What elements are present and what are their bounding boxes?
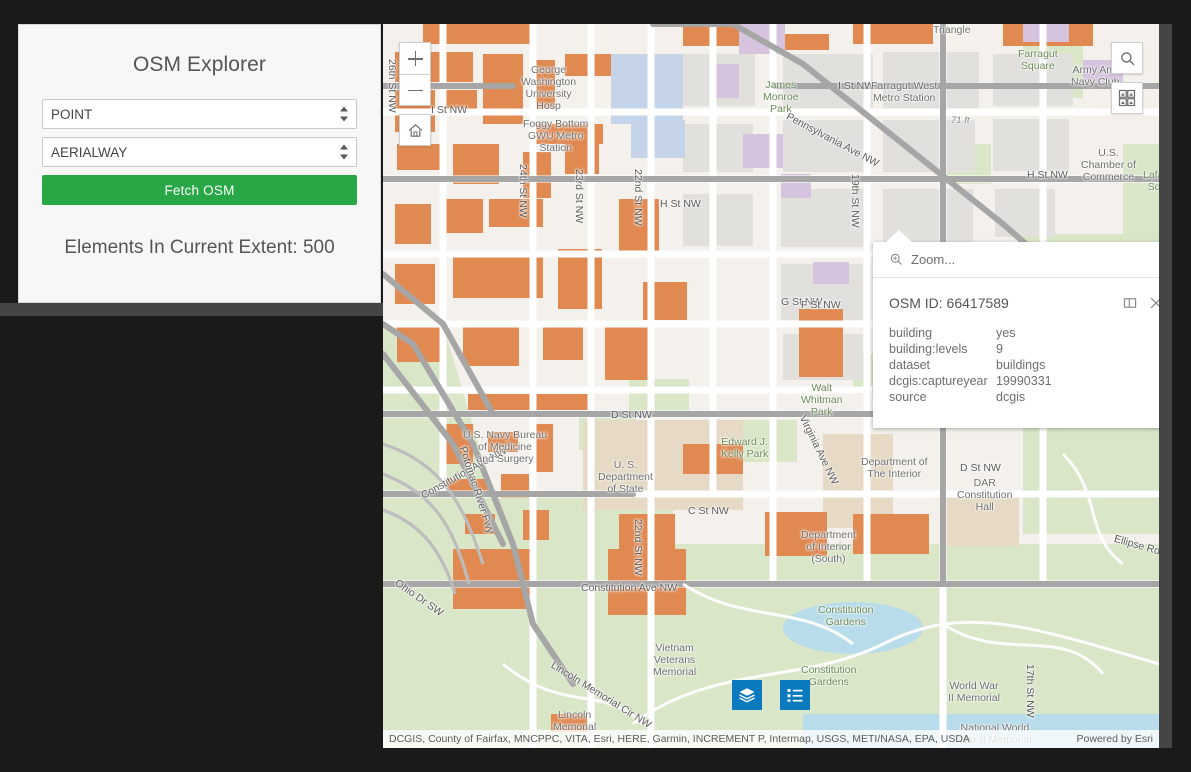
popup-attribute-row: building:levels 9 [889, 341, 1159, 357]
zoom-in-button[interactable] [399, 42, 431, 74]
popup-pointer [885, 230, 913, 243]
page-title: OSM Explorer [132, 53, 267, 76]
control-panel: OSM Explorer POINTLINEPOLYGON AERIALWAYA… [18, 24, 381, 303]
geometry-type-select[interactable]: POINTLINEPOLYGON [42, 99, 357, 129]
legend-button[interactable] [780, 680, 810, 710]
legend-icon [787, 689, 803, 702]
popup-attribute-row: source dcgis [889, 389, 1159, 405]
fetch-osm-button[interactable]: Fetch OSM [42, 175, 357, 205]
attribute-value: 19990331 [996, 374, 1052, 388]
basemap-gallery-button[interactable] [1111, 82, 1143, 114]
map-view[interactable]: I St NW I St NW H St NW H St NW G St NW F St … [383, 24, 1159, 748]
popup-attribute-table: building yes building:levels 9 dataset buildi… [873, 314, 1159, 405]
powered-by-esri: Powered by Esri [1076, 733, 1153, 745]
attribute-key: dcgis:captureyear [889, 374, 988, 388]
map-attribution-bar: DCGIS, County of Fairfax, MNCPPC, VITA, … [383, 730, 1159, 748]
close-icon [1150, 297, 1159, 309]
popup-attribute-row: dataset buildings [889, 357, 1159, 373]
popup-zoom-label: Zoom... [911, 252, 956, 267]
dock-icon [1123, 298, 1137, 308]
attribute-key: building:levels [889, 342, 968, 356]
popup-zoom-action[interactable]: Zoom... [873, 242, 1159, 278]
home-button[interactable] [399, 114, 431, 146]
attribute-value: yes [996, 326, 1016, 340]
basemap-gallery-icon [1118, 89, 1136, 107]
attribute-key: source [889, 390, 927, 404]
minus-icon [407, 83, 423, 98]
feature-category-select[interactable]: AERIALWAYAEROWAYAMENITYBARRIERBUILDINGHI… [42, 137, 357, 167]
feature-select-wrapper: AERIALWAYAEROWAYAMENITYBARRIERBUILDINGHI… [42, 137, 357, 167]
popup-attribute-row: dcgis:captureyear 19990331 [889, 373, 1159, 389]
plus-icon [407, 51, 423, 66]
attribute-value: dcgis [996, 390, 1026, 404]
zoom-out-button[interactable] [399, 74, 431, 106]
layers-button[interactable] [732, 680, 762, 710]
feature-popup: Zoom... OSM ID: 66417589 building yes bu… [873, 230, 1159, 428]
attribution-text: DCGIS, County of Fairfax, MNCPPC, VITA, … [389, 733, 970, 745]
popup-dock-button[interactable] [1119, 292, 1141, 314]
geometry-select-wrapper: POINTLINEPOLYGON [42, 99, 357, 129]
search-button[interactable] [1111, 42, 1143, 74]
attribute-key: building [889, 326, 933, 340]
popup-title: OSM ID: 66417589 [889, 295, 1009, 311]
vertical-scrollbar[interactable] [1159, 24, 1172, 748]
popup-attribute-row: building yes [889, 325, 1159, 341]
attribute-value: buildings [996, 358, 1046, 372]
home-icon [408, 123, 422, 137]
layers-icon [739, 688, 755, 703]
app-root: OSM Explorer POINTLINEPOLYGON AERIALWAYA… [0, 0, 1191, 772]
zoom-in-icon [890, 253, 902, 265]
popup-header: OSM ID: 66417589 [873, 278, 1159, 314]
element-count-status: Elements In Current Extent: 500 [64, 237, 335, 258]
attribute-value: 9 [996, 342, 1003, 356]
attribute-key: dataset [889, 358, 931, 372]
search-icon [1120, 51, 1134, 65]
popup-close-button[interactable] [1145, 292, 1159, 314]
